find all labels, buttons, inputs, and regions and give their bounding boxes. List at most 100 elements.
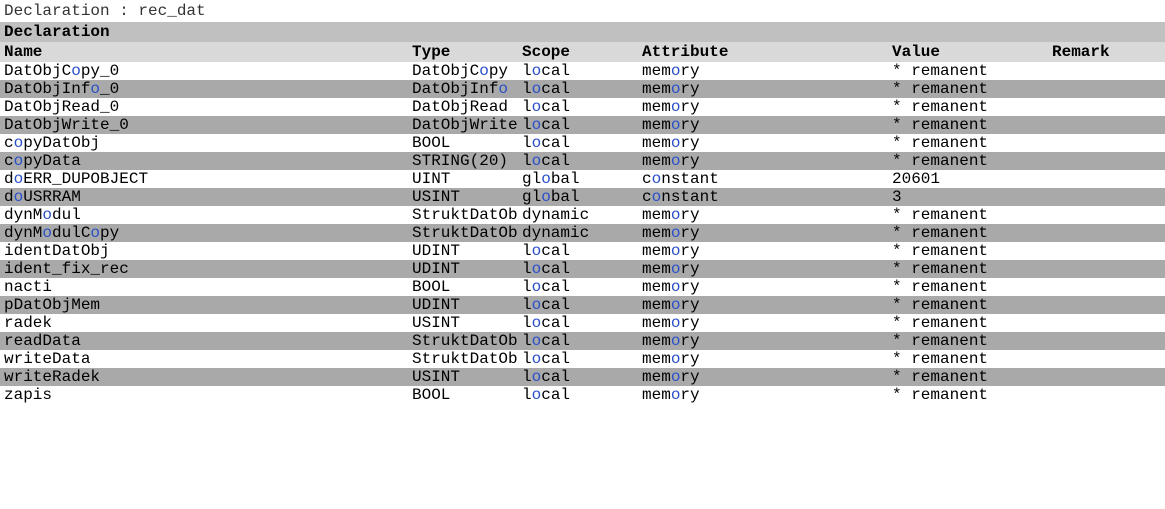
cell-remark xyxy=(1048,152,1165,170)
cell-scope: local xyxy=(518,278,638,296)
table-row[interactable]: DatObjCopy_0DatObjCopylocalmemory* reman… xyxy=(0,62,1165,80)
table-row[interactable]: radekUSINTlocalmemory* remanent xyxy=(0,314,1165,332)
cell-name: pDatObjMem xyxy=(0,296,408,314)
cell-remark xyxy=(1048,80,1165,98)
cell-attribute: memory xyxy=(638,314,888,332)
table-row[interactable]: pDatObjMemUDINTlocalmemory* remanent xyxy=(0,296,1165,314)
cell-remark xyxy=(1048,314,1165,332)
cell-value: * remanent xyxy=(888,62,1048,80)
cell-type: BOOL xyxy=(408,278,518,296)
table-row[interactable]: zapisBOOLlocalmemory* remanent xyxy=(0,386,1165,404)
cell-remark xyxy=(1048,260,1165,278)
table-row[interactable]: ident_fix_recUDINTlocalmemory* remanent xyxy=(0,260,1165,278)
cell-name: radek xyxy=(0,314,408,332)
cell-name: DatObjWrite_0 xyxy=(0,116,408,134)
cell-value: 3 xyxy=(888,188,1048,206)
cell-type: USINT xyxy=(408,368,518,386)
cell-attribute: memory xyxy=(638,206,888,224)
cell-name: doUSRRAM xyxy=(0,188,408,206)
col-header-scope[interactable]: Scope xyxy=(518,42,638,62)
cell-attribute: memory xyxy=(638,62,888,80)
cell-value: * remanent xyxy=(888,98,1048,116)
cell-type: StruktDatObj xyxy=(408,332,518,350)
cell-type: DatObjCopy xyxy=(408,62,518,80)
cell-scope: local xyxy=(518,62,638,80)
cell-type: BOOL xyxy=(408,386,518,404)
table-row[interactable]: doERR_DUPOBJECTUINTglobalconstant20601 xyxy=(0,170,1165,188)
cell-remark xyxy=(1048,350,1165,368)
cell-name: copyDatObj xyxy=(0,134,408,152)
cell-type: USINT xyxy=(408,188,518,206)
table-row[interactable]: nactiBOOLlocalmemory* remanent xyxy=(0,278,1165,296)
cell-attribute: memory xyxy=(638,242,888,260)
col-header-type[interactable]: Type xyxy=(408,42,518,62)
col-header-value[interactable]: Value xyxy=(888,42,1048,62)
cell-value: * remanent xyxy=(888,134,1048,152)
cell-attribute: memory xyxy=(638,278,888,296)
table-row[interactable]: copyDatObjBOOLlocalmemory* remanent xyxy=(0,134,1165,152)
cell-scope: local xyxy=(518,152,638,170)
table-row[interactable]: readDataStruktDatObjlocalmemory* remanen… xyxy=(0,332,1165,350)
cell-name: DatObjRead_0 xyxy=(0,98,408,116)
cell-attribute: memory xyxy=(638,224,888,242)
cell-scope: local xyxy=(518,296,638,314)
cell-type: DatObjInfo xyxy=(408,80,518,98)
cell-value: * remanent xyxy=(888,242,1048,260)
cell-value: * remanent xyxy=(888,386,1048,404)
cell-remark xyxy=(1048,188,1165,206)
cell-scope: dynamic xyxy=(518,224,638,242)
cell-name: ident_fix_rec xyxy=(0,260,408,278)
col-header-remark[interactable]: Remark xyxy=(1048,42,1165,62)
cell-type: USINT xyxy=(408,314,518,332)
cell-scope: local xyxy=(518,386,638,404)
cell-scope: local xyxy=(518,116,638,134)
cell-value: * remanent xyxy=(888,206,1048,224)
col-header-attribute[interactable]: Attribute xyxy=(638,42,888,62)
cell-type: UINT xyxy=(408,170,518,188)
table-row[interactable]: DatObjRead_0DatObjReadlocalmemory* reman… xyxy=(0,98,1165,116)
cell-name: dynModul xyxy=(0,206,408,224)
cell-value: * remanent xyxy=(888,368,1048,386)
cell-remark xyxy=(1048,368,1165,386)
cell-remark xyxy=(1048,332,1165,350)
cell-name: doERR_DUPOBJECT xyxy=(0,170,408,188)
col-header-name[interactable]: Name xyxy=(0,42,408,62)
cell-scope: local xyxy=(518,98,638,116)
declaration-title: Declaration : rec_dat xyxy=(0,0,1165,22)
table-row[interactable]: doUSRRAMUSINTglobalconstant3 xyxy=(0,188,1165,206)
cell-scope: global xyxy=(518,170,638,188)
cell-name: DatObjCopy_0 xyxy=(0,62,408,80)
table-row[interactable]: writeDataStruktDatObjlocalmemory* remane… xyxy=(0,350,1165,368)
cell-attribute: memory xyxy=(638,332,888,350)
cell-type: StruktDatObj xyxy=(408,224,518,242)
cell-remark xyxy=(1048,170,1165,188)
table-row[interactable]: dynModulCopyStruktDatObjdynamicmemory* r… xyxy=(0,224,1165,242)
cell-name: writeRadek xyxy=(0,368,408,386)
cell-type: UDINT xyxy=(408,296,518,314)
table-row[interactable]: copyDataSTRING(20)localmemory* remanent xyxy=(0,152,1165,170)
table-row[interactable]: DatObjInfo_0DatObjInfolocalmemory* reman… xyxy=(0,80,1165,98)
cell-type: DatObjWrite xyxy=(408,116,518,134)
cell-scope: local xyxy=(518,332,638,350)
cell-name: copyData xyxy=(0,152,408,170)
cell-value: * remanent xyxy=(888,80,1048,98)
declaration-table: Name Type Scope Attribute Value Remark D… xyxy=(0,42,1165,404)
cell-remark xyxy=(1048,278,1165,296)
cell-attribute: memory xyxy=(638,152,888,170)
cell-attribute: memory xyxy=(638,116,888,134)
cell-value: 20601 xyxy=(888,170,1048,188)
cell-type: DatObjRead xyxy=(408,98,518,116)
cell-value: * remanent xyxy=(888,260,1048,278)
cell-attribute: memory xyxy=(638,296,888,314)
table-row[interactable]: DatObjWrite_0DatObjWritelocalmemory* rem… xyxy=(0,116,1165,134)
cell-remark xyxy=(1048,386,1165,404)
table-row[interactable]: identDatObjUDINTlocalmemory* remanent xyxy=(0,242,1165,260)
cell-scope: global xyxy=(518,188,638,206)
cell-value: * remanent xyxy=(888,116,1048,134)
cell-name: zapis xyxy=(0,386,408,404)
table-row[interactable]: dynModulStruktDatObjdynamicmemory* reman… xyxy=(0,206,1165,224)
cell-type: UDINT xyxy=(408,242,518,260)
cell-name: readData xyxy=(0,332,408,350)
table-row[interactable]: writeRadekUSINTlocalmemory* remanent xyxy=(0,368,1165,386)
cell-attribute: memory xyxy=(638,134,888,152)
